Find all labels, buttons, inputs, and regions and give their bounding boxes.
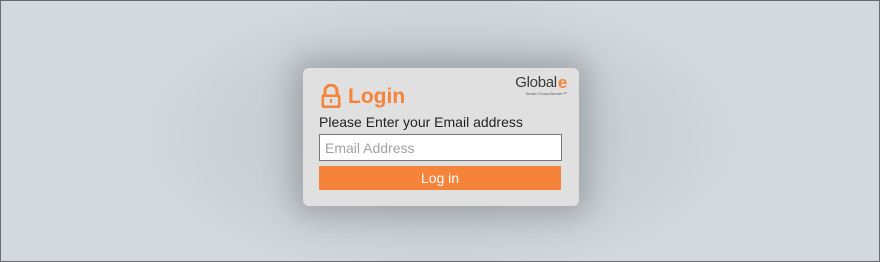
lock-icon	[321, 84, 341, 108]
email-prompt: Please Enter your Email address	[319, 114, 523, 130]
logo-e: e	[557, 73, 567, 92]
login-button[interactable]: Log in	[319, 166, 561, 190]
logo-tagline: Smart Cross-Border™	[525, 91, 567, 96]
page-background: Global e Smart Cross-Border™ Login Please…	[0, 0, 880, 262]
logo-name: Global	[515, 74, 557, 91]
dialog-title: Login	[348, 85, 406, 108]
global-e-logo: Global e Smart Cross-Border™	[515, 74, 567, 96]
login-dialog: Global e Smart Cross-Border™ Login Please…	[303, 68, 579, 206]
email-input[interactable]	[319, 134, 562, 161]
dialog-header: Login	[320, 84, 405, 109]
logo-wordmark: Global e	[515, 74, 567, 91]
